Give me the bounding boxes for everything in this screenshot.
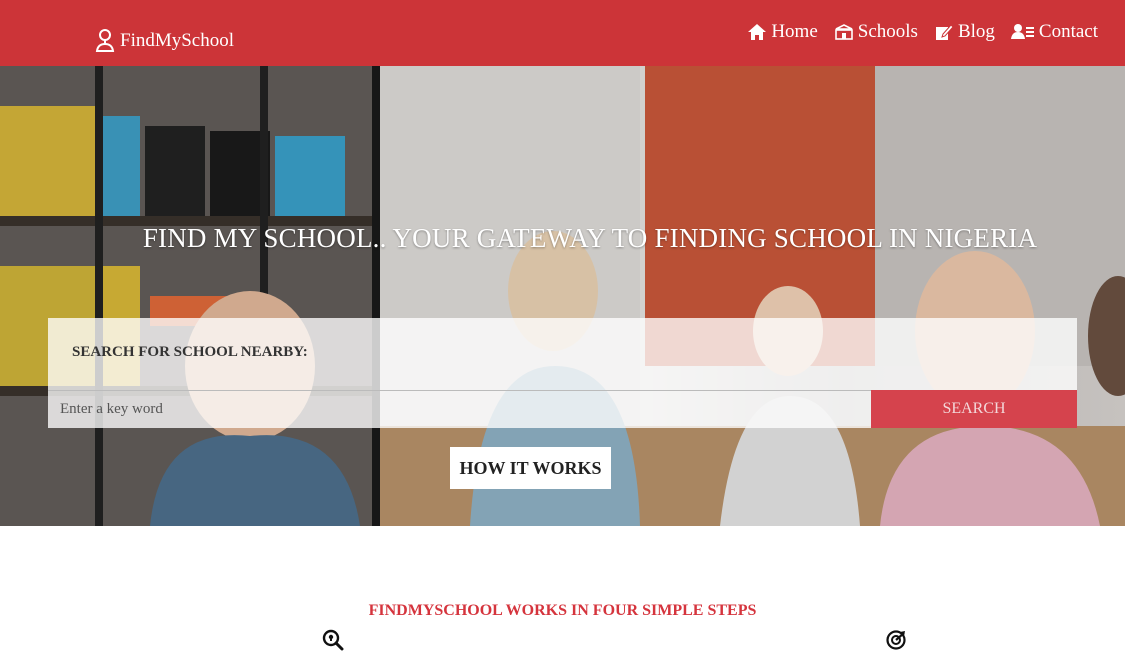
nav-contact-label: Contact xyxy=(1038,21,1098,42)
search-label: SEARCH FOR SCHOOL NEARBY: xyxy=(72,344,308,360)
hero-section: FIND MY SCHOOL.. YOUR GATEWAY TO FINDING… xyxy=(0,66,1125,526)
search-panel: SEARCH FOR SCHOOL NEARBY: SEARCH xyxy=(48,318,1077,428)
nav-blog-label: Blog xyxy=(957,21,995,42)
brand-logo-link[interactable]: FindMySchool xyxy=(94,28,234,54)
school-icon xyxy=(834,23,854,41)
nav-schools[interactable]: Schools xyxy=(834,21,918,43)
user-pin-icon xyxy=(95,29,115,52)
brand-name: FindMySchool xyxy=(120,30,235,51)
how-it-works-button[interactable]: HOW IT WORKS xyxy=(450,447,611,489)
nav-schools-label: Schools xyxy=(857,21,918,42)
search-location-icon xyxy=(322,629,344,656)
steps-heading: FINDMYSCHOOL WORKS IN FOUR SIMPLE STEPS xyxy=(368,602,757,619)
nav-contact[interactable]: Contact xyxy=(1010,21,1098,43)
edit-icon xyxy=(934,23,954,41)
hero-title: FIND MY SCHOOL.. YOUR GATEWAY TO FINDING… xyxy=(142,223,1038,253)
nav-home-label: Home xyxy=(771,21,818,42)
nav-menu: Home Schools Blog Contact xyxy=(747,20,1098,44)
search-button[interactable]: SEARCH xyxy=(871,390,1077,428)
nav-blog[interactable]: Blog xyxy=(934,21,995,43)
navbar: FindMySchool Home Schools Blog Contact xyxy=(0,0,1125,66)
contact-card-icon xyxy=(1010,23,1035,41)
home-icon xyxy=(747,23,767,41)
nav-home[interactable]: Home xyxy=(747,21,818,43)
radar-icon xyxy=(885,629,907,656)
search-input[interactable] xyxy=(48,390,871,428)
